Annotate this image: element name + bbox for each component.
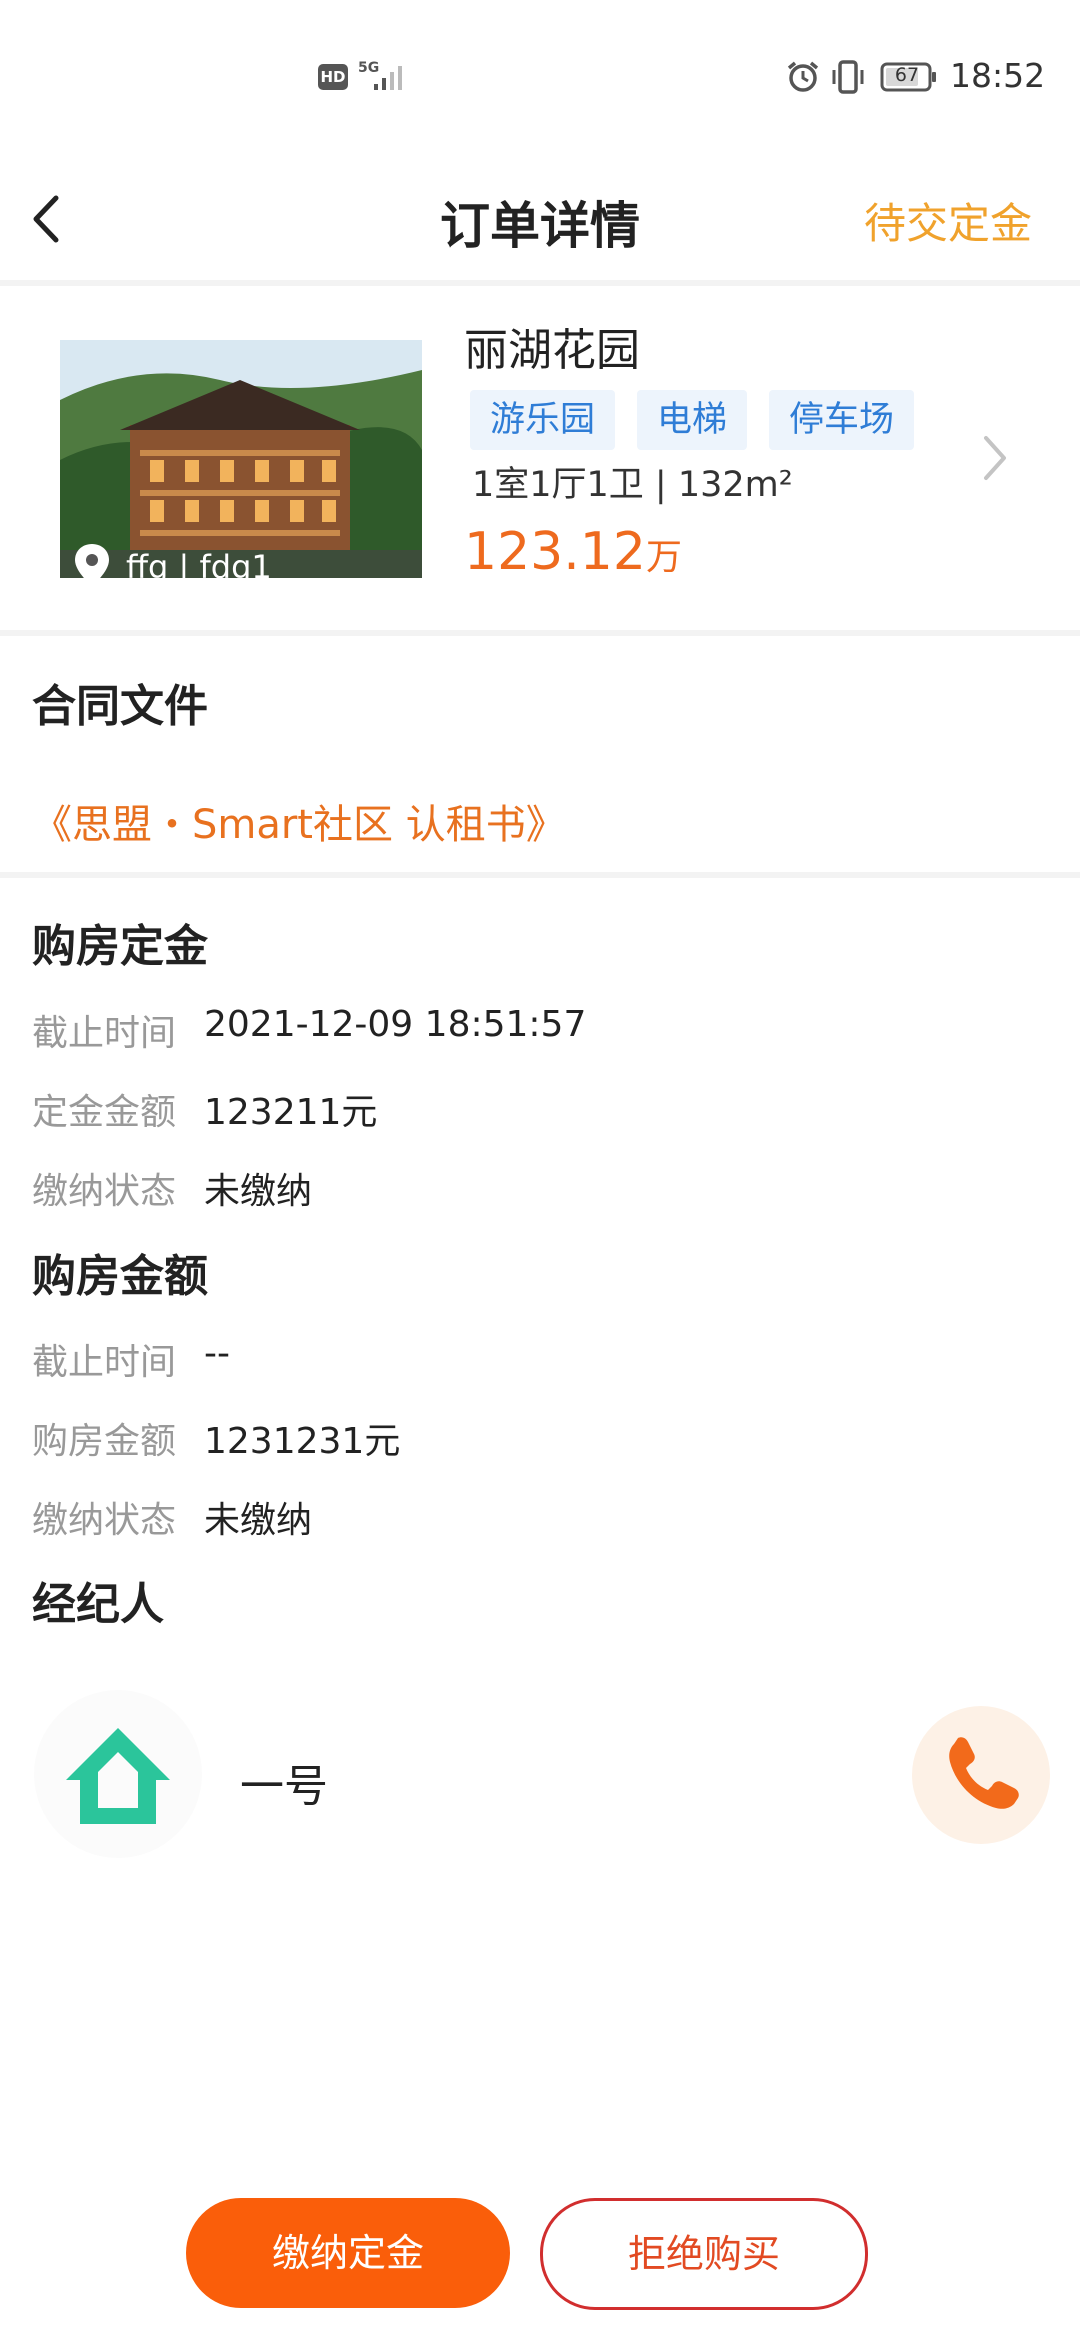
price-value: 123.12 (464, 522, 646, 582)
property-name: 丽湖花园 (464, 325, 640, 376)
amenity-tag: 停车场 (769, 390, 915, 450)
deposit-section-title: 购房定金 (32, 921, 208, 972)
amenity-tag: 游乐园 (470, 390, 616, 450)
alarm-icon (787, 61, 819, 92)
home-icon (66, 1728, 170, 1824)
pay-deposit-button[interactable]: 缴纳定金 (186, 2198, 510, 2308)
vibrate-icon (832, 60, 864, 94)
deposit-status-value: 未缴纳 (204, 1171, 313, 1212)
payment-section-title: 购房金额 (32, 1251, 208, 1302)
agent-name: 一号 (240, 1761, 328, 1812)
signal-icon (374, 66, 402, 90)
hd-icon: HD (318, 64, 348, 90)
reject-purchase-button[interactable]: 拒绝购买 (540, 2198, 868, 2310)
deposit-status-label: 缴纳状态 (32, 1171, 177, 1212)
property-layout: 1室1厅1卫 | 132m² (472, 465, 793, 505)
payment-amount-value: 1231231元 (204, 1421, 401, 1462)
deposit-deadline-value: 2021-12-09 18:51:57 (204, 1004, 587, 1045)
agent-section-title: 经纪人 (32, 1579, 164, 1630)
phone-icon (949, 1737, 1019, 1809)
call-agent-button[interactable] (912, 1706, 1050, 1844)
avatar (34, 1690, 202, 1858)
deposit-amount-value: 123211元 (204, 1092, 378, 1133)
amenity-tags: 游乐园 电梯 停车场 (470, 390, 915, 450)
payment-deadline-value: -- (204, 1333, 230, 1374)
payment-amount-label: 购房金额 (32, 1421, 177, 1462)
divider (0, 630, 1080, 636)
payment-status-value: 未缴纳 (204, 1500, 313, 1541)
app-header: 订单详情 待交定金 (0, 160, 1080, 280)
price-unit: 万 (645, 537, 682, 578)
clock: 18:52 (950, 56, 1046, 95)
order-status-label: 待交定金 (863, 199, 1032, 248)
location-pin-icon (75, 544, 109, 586)
deposit-deadline-label: 截止时间 (32, 1013, 177, 1054)
property-location: ffg | fdg1 (126, 548, 272, 586)
battery-level: 67 (894, 64, 920, 86)
status-bar: HD 5G 67 18:52 (0, 0, 1080, 150)
chevron-right-icon[interactable] (978, 430, 1012, 486)
property-card[interactable]: ffg | fdg1 丽湖花园 游乐园 电梯 停车场 1室1厅1卫 | 132m… (0, 290, 1080, 630)
payment-deadline-label: 截止时间 (32, 1342, 177, 1383)
contract-document-link[interactable]: 《思盟・Smart社区 认租书》 (32, 792, 566, 850)
amenity-tag: 电梯 (637, 390, 748, 450)
contract-section-title: 合同文件 (32, 681, 208, 732)
deposit-amount-label: 定金金额 (32, 1092, 177, 1133)
payment-status-label: 缴纳状态 (32, 1500, 177, 1541)
property-price: 123.12万 (464, 522, 682, 582)
divider (0, 872, 1080, 878)
divider (0, 280, 1080, 286)
